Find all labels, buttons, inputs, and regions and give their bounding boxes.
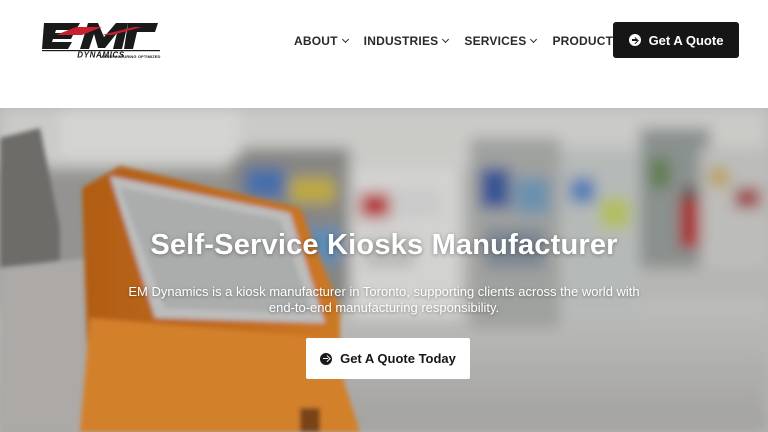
- arrow-right-circle-icon: [628, 34, 641, 46]
- hero-subtitle-line-2: end-to-end manufacturing responsibility.: [268, 300, 500, 315]
- nav-item-industries[interactable]: INDUSTRIES: [363, 34, 450, 48]
- nav-item-label: ABOUT: [294, 34, 338, 48]
- get-a-quote-button[interactable]: Get A Quote: [613, 22, 739, 58]
- main-nav: ABOUT INDUSTRIES SERVICES PRODUCTS: [294, 33, 633, 49]
- nav-item-services[interactable]: SERVICES: [464, 34, 538, 48]
- hero-section: Self-Service Kiosks Manufacturer EM Dyna…: [0, 108, 768, 432]
- hero-subtitle-line-1: EM Dynamics is a kiosk manufacturer in T…: [128, 284, 640, 299]
- site-header: DYNAMICS MANUFACTURING OPTIMIZED ABOUT I…: [0, 0, 768, 108]
- cta-label: Get A Quote Today: [340, 351, 456, 366]
- nav-item-label: SERVICES: [464, 34, 527, 48]
- logo-tagline: MANUFACTURING OPTIMIZED: [100, 54, 161, 59]
- chevron-down-icon: [530, 35, 538, 44]
- hero-subtitle: EM Dynamics is a kiosk manufacturer in T…: [110, 284, 658, 316]
- hero-overlay: [0, 108, 768, 432]
- chevron-down-icon: [442, 35, 450, 44]
- get-a-quote-today-button[interactable]: Get A Quote Today: [306, 338, 470, 379]
- hero-title: Self-Service Kiosks Manufacturer: [150, 229, 618, 261]
- chevron-down-icon: [341, 35, 349, 44]
- get-a-quote-label: Get A Quote: [648, 32, 724, 48]
- nav-item-label: INDUSTRIES: [363, 34, 439, 48]
- nav-item-label: PRODUCTS: [552, 34, 622, 48]
- arrow-right-circle-icon: [320, 352, 333, 365]
- nav-item-about[interactable]: ABOUT: [294, 34, 349, 48]
